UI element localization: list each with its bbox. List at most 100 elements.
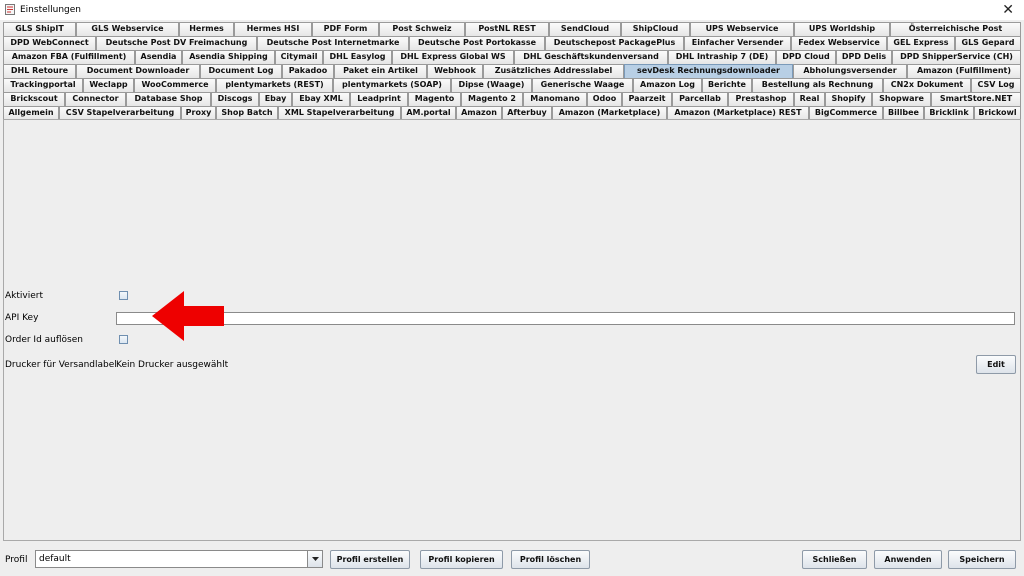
tab-deutschepost-packageplus[interactable]: Deutschepost PackagePlus [545,36,684,50]
tab-postnl-rest[interactable]: PostNL REST [465,22,549,36]
tab-gls-shipit[interactable]: GLS ShipIT [3,22,76,36]
anwenden-button[interactable]: Anwenden [874,550,942,569]
tab-database-shop[interactable]: Database Shop [126,92,211,106]
tab-document-downloader[interactable]: Document Downloader [76,64,200,78]
tab-discogs[interactable]: Discogs [211,92,259,106]
tab-post-schweiz[interactable]: Post Schweiz [379,22,465,36]
tab-shop-batch[interactable]: Shop Batch [216,106,278,120]
tab-manomano[interactable]: Manomano [523,92,587,106]
tab-shopify[interactable]: Shopify [825,92,872,106]
tab-deutsche-post-dv-freimachung[interactable]: Deutsche Post DV Freimachung [96,36,257,50]
tab-sendcloud[interactable]: SendCloud [549,22,621,36]
tab-shipcloud[interactable]: ShipCloud [621,22,690,36]
tab-csv-log[interactable]: CSV Log [971,78,1021,92]
speichern-button[interactable]: Speichern [948,550,1016,569]
tab-asendia[interactable]: Asendia [135,50,182,64]
tab-gls-webservice[interactable]: GLS Webservice [76,22,179,36]
tab-dpd-webconnect[interactable]: DPD WebConnect [3,36,96,50]
tab-woocommerce[interactable]: WooCommerce [134,78,216,92]
tab-generische-waage[interactable]: Generische Waage [532,78,633,92]
tab-leadprint[interactable]: Leadprint [350,92,408,106]
tab-dpd-delis[interactable]: DPD Delis [836,50,892,64]
tab-ebay[interactable]: Ebay [259,92,292,106]
tab-pakadoo[interactable]: Pakadoo [282,64,334,78]
tab-magento-2[interactable]: Magento 2 [461,92,523,106]
tab-gel-express[interactable]: GEL Express [887,36,955,50]
tab-bricklink[interactable]: Bricklink [924,106,974,120]
tab-paket-ein-artikel[interactable]: Paket ein Artikel [334,64,427,78]
tab-real[interactable]: Real [794,92,825,106]
api-key-input[interactable] [116,312,1015,325]
order-id-checkbox[interactable] [119,335,128,344]
tab-amazon-marketplace[interactable]: Amazon (Marketplace) [552,106,667,120]
tab-ebay-xml[interactable]: Ebay XML [292,92,350,106]
tab-am-portal[interactable]: AM.portal [401,106,456,120]
tab-csv-stapelverarbeitung[interactable]: CSV Stapelverarbeitung [59,106,181,120]
tab-ups-webservice[interactable]: UPS Webservice [690,22,794,36]
tab-dipse-waage[interactable]: Dipse (Waage) [451,78,532,92]
tab-webhook[interactable]: Webhook [427,64,483,78]
profil-dropdown[interactable]: default [35,550,323,568]
tab-amazon[interactable]: Amazon [456,106,502,120]
tab-dpd-shipperservice-ch[interactable]: DPD ShipperService (CH) [892,50,1021,64]
tab-hermes[interactable]: Hermes [179,22,234,36]
tab-cn2x-dokument[interactable]: CN2x Dokument [883,78,971,92]
tab-plentymarkets-rest[interactable]: plentymarkets (REST) [216,78,333,92]
tab-bestellung-als-rechnung[interactable]: Bestellung als Rechnung [752,78,883,92]
tab-pdf-form[interactable]: PDF Form [312,22,379,36]
tab-dhl-geschaftskundenversand[interactable]: DHL Geschäftskundenversand [514,50,668,64]
tab-bigcommerce[interactable]: BigCommerce [809,106,883,120]
profil-loeschen-button[interactable]: Profil löschen [511,550,590,569]
tab-dpd-cloud[interactable]: DPD Cloud [776,50,836,64]
chevron-down-icon[interactable] [307,551,322,567]
tab-billbee[interactable]: Billbee [883,106,924,120]
tab-osterreichische-post[interactable]: Österreichische Post [890,22,1021,36]
tab-shopware[interactable]: Shopware [872,92,931,106]
tab-asendia-shipping[interactable]: Asendia Shipping [182,50,275,64]
aktiviert-label: Aktiviert [5,291,43,301]
tab-trackingportal[interactable]: Trackingportal [3,78,83,92]
tab-prestashop[interactable]: Prestashop [728,92,794,106]
tab-fedex-webservice[interactable]: Fedex Webservice [791,36,887,50]
tab-weclapp[interactable]: Weclapp [83,78,134,92]
tab-paarzeit[interactable]: Paarzeit [622,92,672,106]
tab-parcellab[interactable]: Parcellab [672,92,728,106]
tab-dhl-retoure[interactable]: DHL Retoure [3,64,76,78]
tab-gls-gepard[interactable]: GLS Gepard [955,36,1021,50]
tab-smartstore-net[interactable]: SmartStore.NET [931,92,1021,106]
tab-proxy[interactable]: Proxy [181,106,216,120]
tab-dhl-express-global-ws[interactable]: DHL Express Global WS [392,50,514,64]
profil-kopieren-button[interactable]: Profil kopieren [420,550,503,569]
tab-deutsche-post-internetmarke[interactable]: Deutsche Post Internetmarke [257,36,409,50]
tab-magento[interactable]: Magento [408,92,461,106]
tab-plentymarkets-soap[interactable]: plentymarkets (SOAP) [333,78,451,92]
tab-odoo[interactable]: Odoo [587,92,622,106]
tab-berichte[interactable]: Berichte [702,78,752,92]
tab-ups-worldship[interactable]: UPS Worldship [794,22,890,36]
aktiviert-checkbox[interactable] [119,291,128,300]
schliessen-button[interactable]: Schließen [802,550,867,569]
tab-sevdesk-rechnungsdownloader[interactable]: sevDesk Rechnungsdownloader [624,64,793,78]
edit-button[interactable]: Edit [976,355,1016,374]
tab-abholungsversender[interactable]: Abholungsversender [793,64,907,78]
close-icon[interactable]: ✕ [1002,2,1014,18]
tab-dhl-intraship-7-de[interactable]: DHL Intraship 7 (DE) [668,50,776,64]
tab-allgemein[interactable]: Allgemein [3,106,59,120]
tab-brickscout[interactable]: Brickscout [3,92,65,106]
tab-zusatzliches-addresslabel[interactable]: Zusätzliches Addresslabel [483,64,624,78]
profil-erstellen-button[interactable]: Profil erstellen [330,550,410,569]
tab-amazon-log[interactable]: Amazon Log [633,78,702,92]
tab-brickowl[interactable]: Brickowl [974,106,1021,120]
tab-afterbuy[interactable]: Afterbuy [502,106,552,120]
tab-deutsche-post-portokasse[interactable]: Deutsche Post Portokasse [409,36,545,50]
tab-amazon-marketplace-rest[interactable]: Amazon (Marketplace) REST [667,106,809,120]
tab-citymail[interactable]: Citymail [275,50,323,64]
tab-xml-stapelverarbeitung[interactable]: XML Stapelverarbeitung [278,106,401,120]
tab-dhl-easylog[interactable]: DHL Easylog [323,50,392,64]
tab-amazon-fba-fulfillment[interactable]: Amazon FBA (Fulfillment) [3,50,135,64]
tab-einfacher-versender[interactable]: Einfacher Versender [684,36,791,50]
tab-amazon-fulfillment[interactable]: Amazon (Fulfillment) [907,64,1021,78]
tab-document-log[interactable]: Document Log [200,64,282,78]
tab-hermes-hsi[interactable]: Hermes HSI [234,22,312,36]
tab-connector[interactable]: Connector [65,92,126,106]
